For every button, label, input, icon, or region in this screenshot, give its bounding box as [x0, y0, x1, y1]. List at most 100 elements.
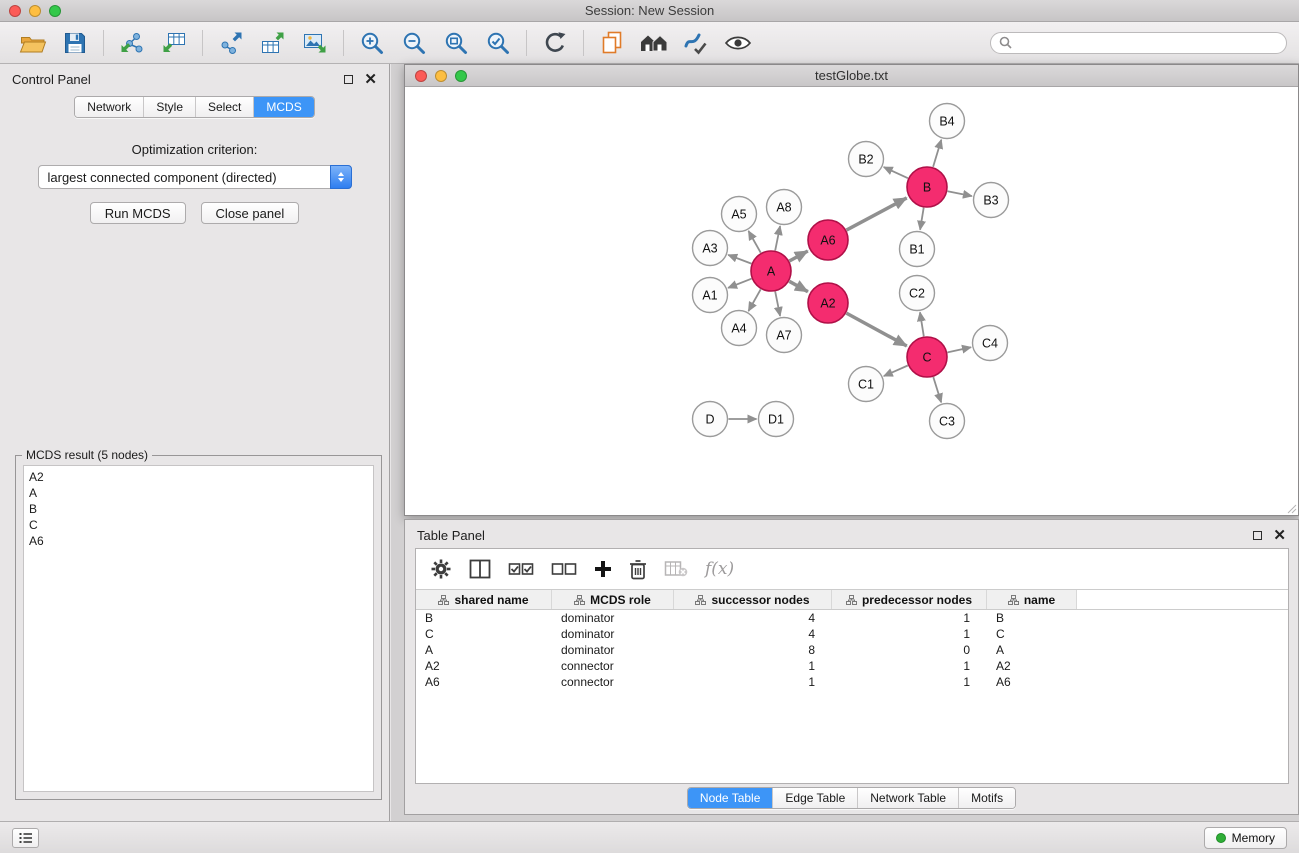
import-network-button[interactable]: [111, 26, 153, 60]
graph-edge-A-A3[interactable]: [728, 255, 751, 264]
panel-list-button[interactable]: [12, 828, 39, 848]
tab-network[interactable]: Network: [75, 97, 143, 117]
column-header-shared-name[interactable]: shared name: [416, 590, 552, 609]
graph-edge-A-A5[interactable]: [749, 231, 761, 253]
result-item[interactable]: B: [29, 501, 368, 517]
graph-node-A6[interactable]: A6: [808, 220, 848, 260]
graph-node-B3[interactable]: B3: [974, 183, 1009, 218]
graph-node-B[interactable]: B: [907, 167, 947, 207]
criterion-dropdown[interactable]: largest connected component (directed): [38, 165, 352, 189]
graph-node-A4[interactable]: A4: [722, 311, 757, 346]
network-minimize-button[interactable]: [435, 70, 447, 82]
function-builder-button[interactable]: f(x): [705, 556, 734, 582]
graph-edge-A-A7[interactable]: [775, 292, 780, 316]
tab-motifs[interactable]: Motifs: [958, 788, 1015, 808]
export-network-button[interactable]: [210, 26, 252, 60]
close-panel-icon[interactable]: ✕: [364, 72, 377, 87]
graph-edge-C-C3[interactable]: [933, 377, 941, 402]
close-table-panel-icon[interactable]: ✕: [1273, 528, 1286, 543]
save-session-button[interactable]: [54, 26, 96, 60]
graph-node-C2[interactable]: C2: [900, 276, 935, 311]
import-table-button[interactable]: [153, 26, 195, 60]
graph-edge-B-B3[interactable]: [948, 191, 972, 196]
resize-handle[interactable]: [1285, 502, 1297, 514]
graph-edge-C-C2[interactable]: [920, 312, 924, 336]
zoom-in-button[interactable]: [351, 26, 393, 60]
result-item[interactable]: A: [29, 485, 368, 501]
graph-edge-A-A4[interactable]: [749, 289, 761, 311]
search-input[interactable]: [1017, 36, 1278, 50]
graphics-details-button[interactable]: [717, 26, 759, 60]
graph-edge-B-B1[interactable]: [920, 208, 924, 230]
tab-node-table[interactable]: Node Table: [688, 788, 773, 808]
select-all-button[interactable]: [508, 556, 534, 582]
first-neighbors-button[interactable]: [633, 26, 675, 60]
table-row[interactable]: Cdominator41C: [416, 626, 1288, 642]
column-header-name[interactable]: name: [987, 590, 1077, 609]
table-row[interactable]: A2connector11A2: [416, 658, 1288, 674]
open-file-button[interactable]: [12, 26, 54, 60]
table-settings-button[interactable]: [430, 556, 452, 582]
export-image-button[interactable]: [294, 26, 336, 60]
delete-table-button[interactable]: [664, 556, 688, 582]
run-mcds-button[interactable]: Run MCDS: [90, 202, 186, 224]
column-header-predecessor-nodes[interactable]: predecessor nodes: [832, 590, 987, 609]
float-panel-icon[interactable]: [344, 75, 353, 84]
float-table-panel-icon[interactable]: [1253, 531, 1262, 540]
graph-node-D1[interactable]: D1: [759, 402, 794, 437]
graph-edge-C-C4[interactable]: [948, 347, 972, 352]
tab-mcds[interactable]: MCDS: [253, 97, 313, 117]
graph-node-A[interactable]: A: [751, 251, 791, 291]
graph-node-C[interactable]: C: [907, 337, 947, 377]
tab-style[interactable]: Style: [143, 97, 195, 117]
deselect-all-button[interactable]: [551, 556, 577, 582]
zoom-selected-button[interactable]: [477, 26, 519, 60]
network-views-button[interactable]: [591, 26, 633, 60]
result-item[interactable]: C: [29, 517, 368, 533]
apply-style-button[interactable]: [675, 26, 717, 60]
graph-edge-A-A6[interactable]: [789, 251, 807, 261]
graph-node-A5[interactable]: A5: [722, 197, 757, 232]
table-row[interactable]: Adominator80A: [416, 642, 1288, 658]
graph-node-A3[interactable]: A3: [693, 231, 728, 266]
graph-edge-B-B2[interactable]: [884, 167, 908, 178]
window-minimize-button[interactable]: [29, 5, 41, 17]
result-item[interactable]: A6: [29, 533, 368, 549]
graph-edge-B-B4[interactable]: [933, 140, 941, 167]
window-close-button[interactable]: [9, 5, 21, 17]
network-zoom-button[interactable]: [455, 70, 467, 82]
window-zoom-button[interactable]: [49, 5, 61, 17]
table-row[interactable]: Bdominator41B: [416, 610, 1288, 626]
graph-node-C1[interactable]: C1: [849, 367, 884, 402]
graph-edge-A-A2[interactable]: [789, 281, 808, 291]
table-row[interactable]: A6connector11A6: [416, 674, 1288, 690]
memory-button[interactable]: Memory: [1204, 827, 1287, 849]
column-header-MCDS-role[interactable]: MCDS role: [552, 590, 674, 609]
network-canvas[interactable]: B4B2BB3A5A8A6B1A3AC2A1A2A4A7C4CC1C3DD1: [405, 88, 1298, 515]
graph-node-C4[interactable]: C4: [973, 326, 1008, 361]
graph-node-B4[interactable]: B4: [930, 104, 965, 139]
network-close-button[interactable]: [415, 70, 427, 82]
tab-edge-table[interactable]: Edge Table: [772, 788, 857, 808]
graph-edge-C-C1[interactable]: [884, 366, 908, 377]
close-panel-button[interactable]: Close panel: [201, 202, 300, 224]
column-header-successor-nodes[interactable]: successor nodes: [674, 590, 832, 609]
zoom-out-button[interactable]: [393, 26, 435, 60]
graph-edge-A2-C[interactable]: [846, 313, 906, 346]
tab-select[interactable]: Select: [195, 97, 253, 117]
apply-layout-button[interactable]: [534, 26, 576, 60]
graph-node-A7[interactable]: A7: [767, 318, 802, 353]
graph-node-C3[interactable]: C3: [930, 404, 965, 439]
delete-button[interactable]: [629, 556, 647, 582]
zoom-fit-button[interactable]: [435, 26, 477, 60]
search-box[interactable]: [990, 32, 1287, 54]
graph-node-A2[interactable]: A2: [808, 283, 848, 323]
result-item[interactable]: A2: [29, 469, 368, 485]
graph-node-B1[interactable]: B1: [900, 232, 935, 267]
graph-edge-A-A8[interactable]: [775, 226, 780, 250]
graph-node-A8[interactable]: A8: [767, 190, 802, 225]
show-columns-button[interactable]: [469, 556, 491, 582]
graph-edge-A-A1[interactable]: [728, 279, 751, 288]
graph-node-A1[interactable]: A1: [693, 278, 728, 313]
graph-node-B2[interactable]: B2: [849, 142, 884, 177]
